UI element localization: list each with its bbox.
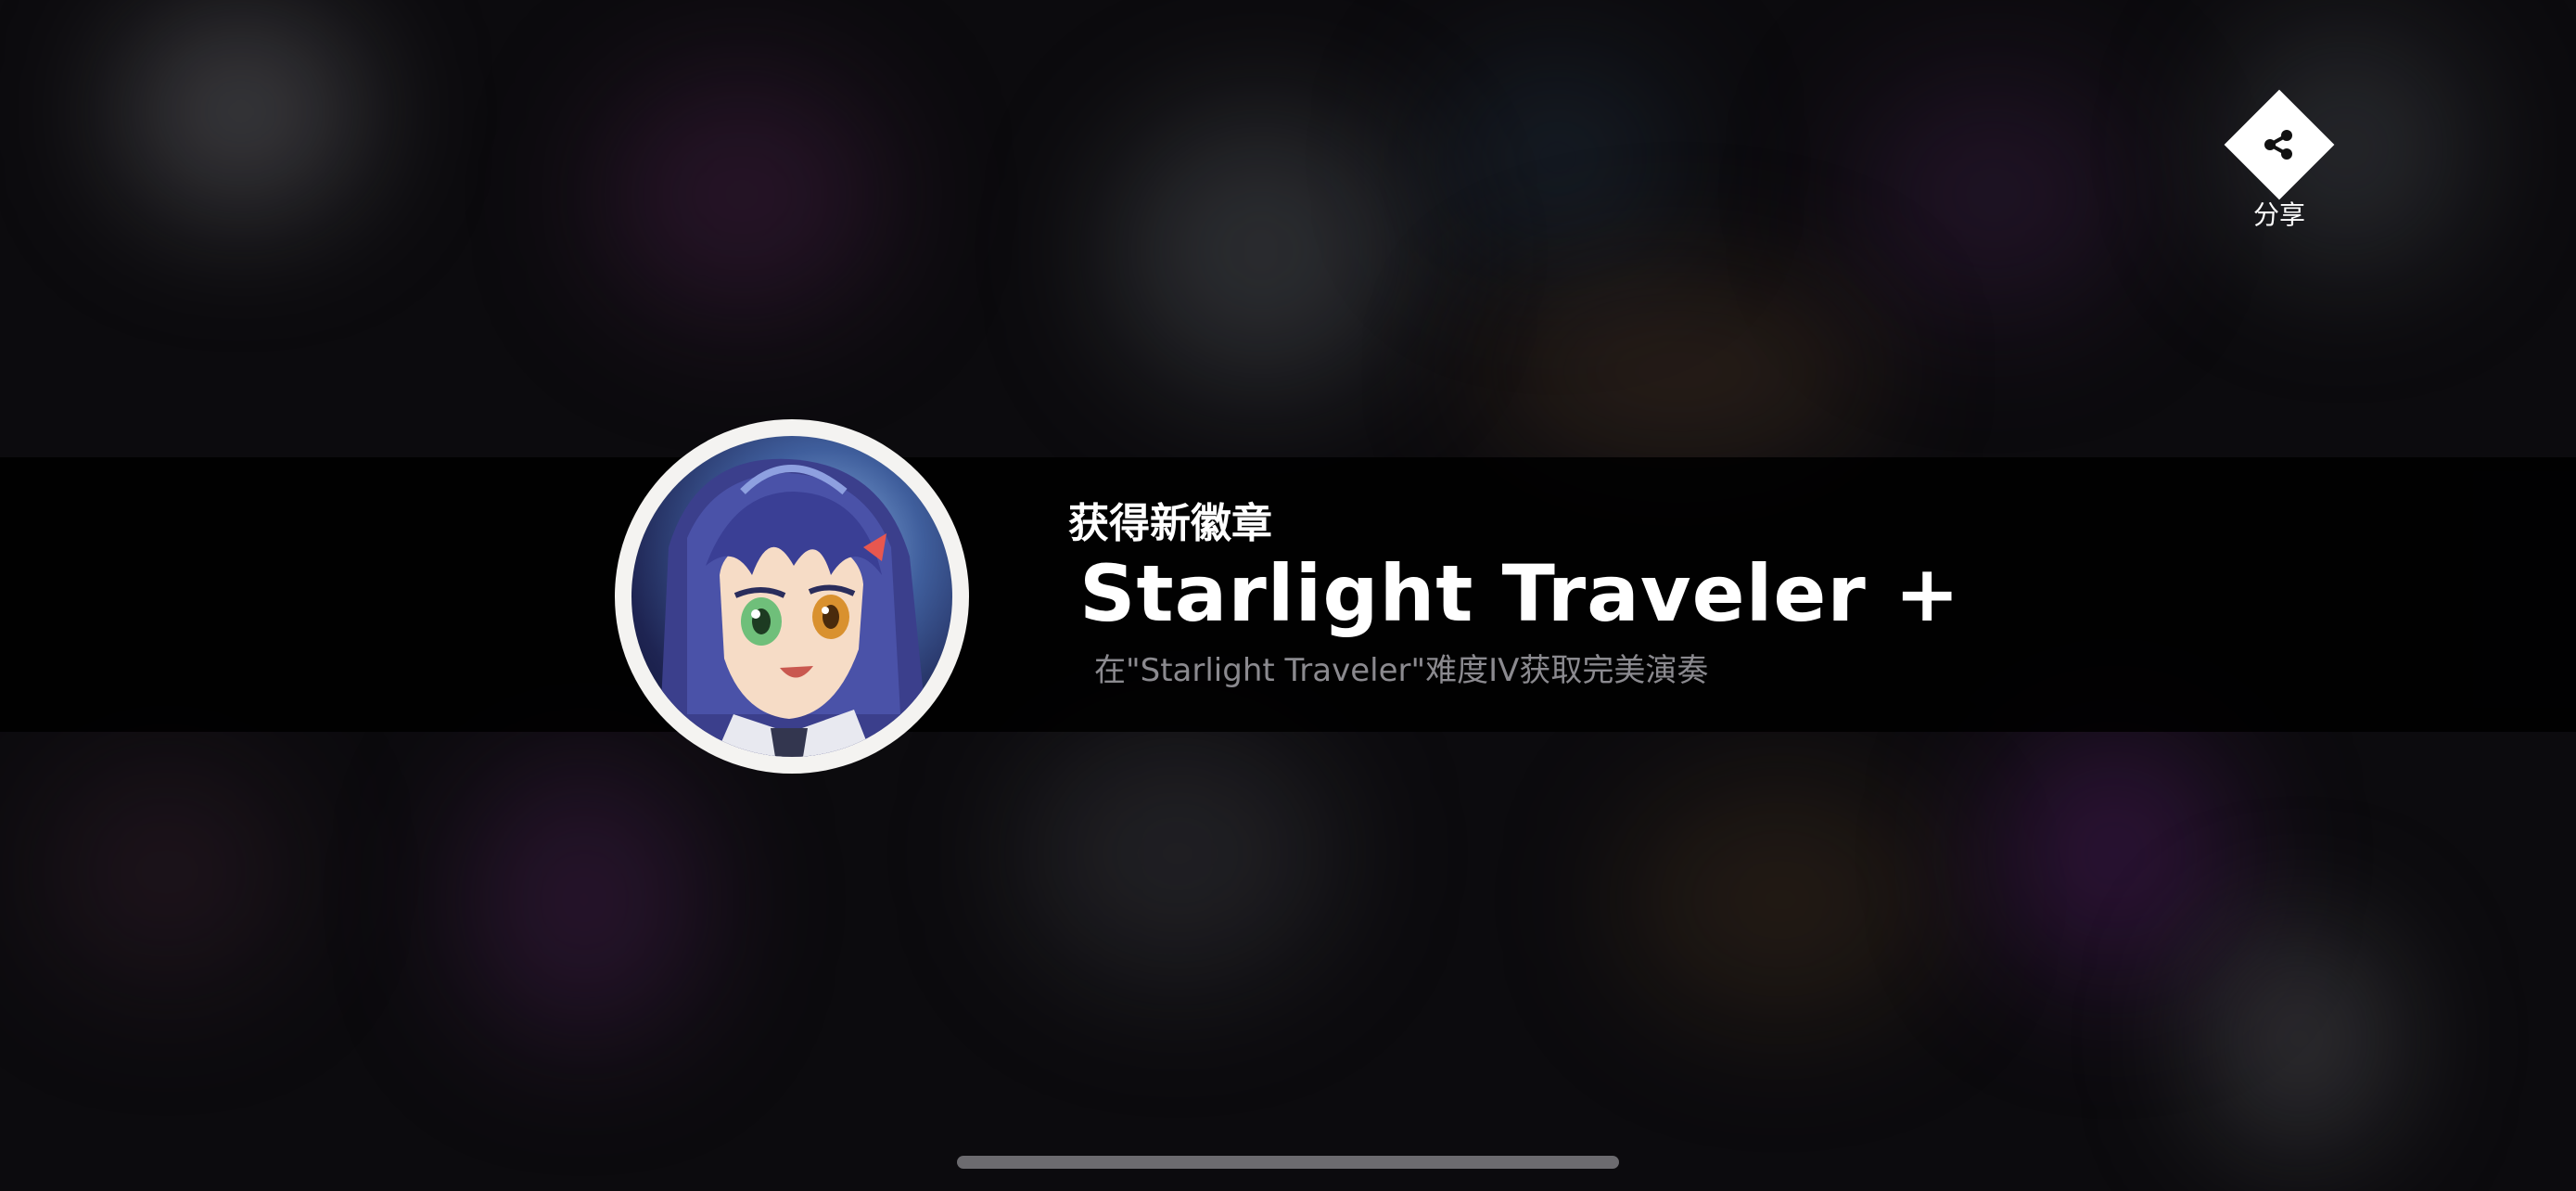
badge-description: 在"Starlight Traveler"难度IV获取完美演奏	[1094, 652, 1709, 689]
share-icon	[2264, 130, 2292, 160]
badge-medal	[615, 419, 969, 774]
new-badge-label: 获得新徽章	[1068, 500, 1272, 547]
share-label: 分享	[2252, 199, 2305, 230]
home-indicator[interactable]	[957, 1156, 1619, 1169]
share-button[interactable]: 分享	[2218, 89, 2339, 241]
badge-title: Starlight Traveler +	[1079, 548, 1961, 639]
badge-unlocked-screen: 获得新徽章 Starlight Traveler + 在"Starlight T…	[0, 0, 2576, 1191]
character-portrait-icon	[631, 436, 952, 757]
